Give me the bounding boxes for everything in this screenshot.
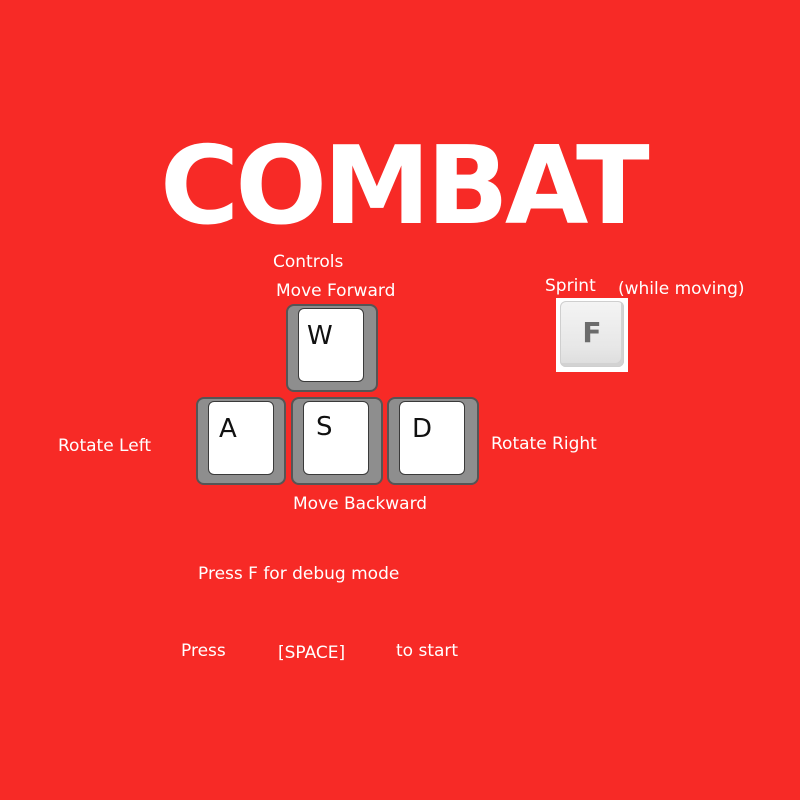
start-prompt-prefix: Press (181, 641, 226, 661)
f-key: F (556, 298, 628, 372)
w-key: W (286, 304, 378, 392)
start-prompt-suffix: to start (396, 641, 459, 661)
debug-hint: Press F for debug mode (198, 564, 400, 584)
rotate-left-label: Rotate Left (58, 436, 152, 456)
f-key-cap: F (560, 301, 624, 367)
s-key-letter: S (316, 412, 333, 442)
d-key-cap: D (399, 401, 465, 475)
w-key-letter: W (307, 321, 333, 351)
sprint-label: Sprint (545, 276, 596, 296)
rotate-right-label: Rotate Right (491, 434, 597, 454)
d-key-letter: D (412, 414, 433, 444)
game-title: COMBAT (160, 124, 650, 249)
a-key-letter: A (219, 414, 237, 444)
w-key-cap: W (298, 308, 364, 382)
a-key: A (196, 397, 286, 485)
s-key: S (291, 397, 383, 485)
move-backward-label: Move Backward (293, 494, 428, 514)
d-key: D (387, 397, 479, 485)
f-key-letter: F (582, 316, 602, 349)
move-forward-label: Move Forward (276, 281, 396, 301)
sprint-note: (while moving) (618, 279, 745, 299)
a-key-cap: A (208, 401, 274, 475)
s-key-cap: S (303, 401, 369, 475)
space-key-label: [SPACE] (278, 643, 346, 663)
controls-heading: Controls (273, 252, 344, 272)
